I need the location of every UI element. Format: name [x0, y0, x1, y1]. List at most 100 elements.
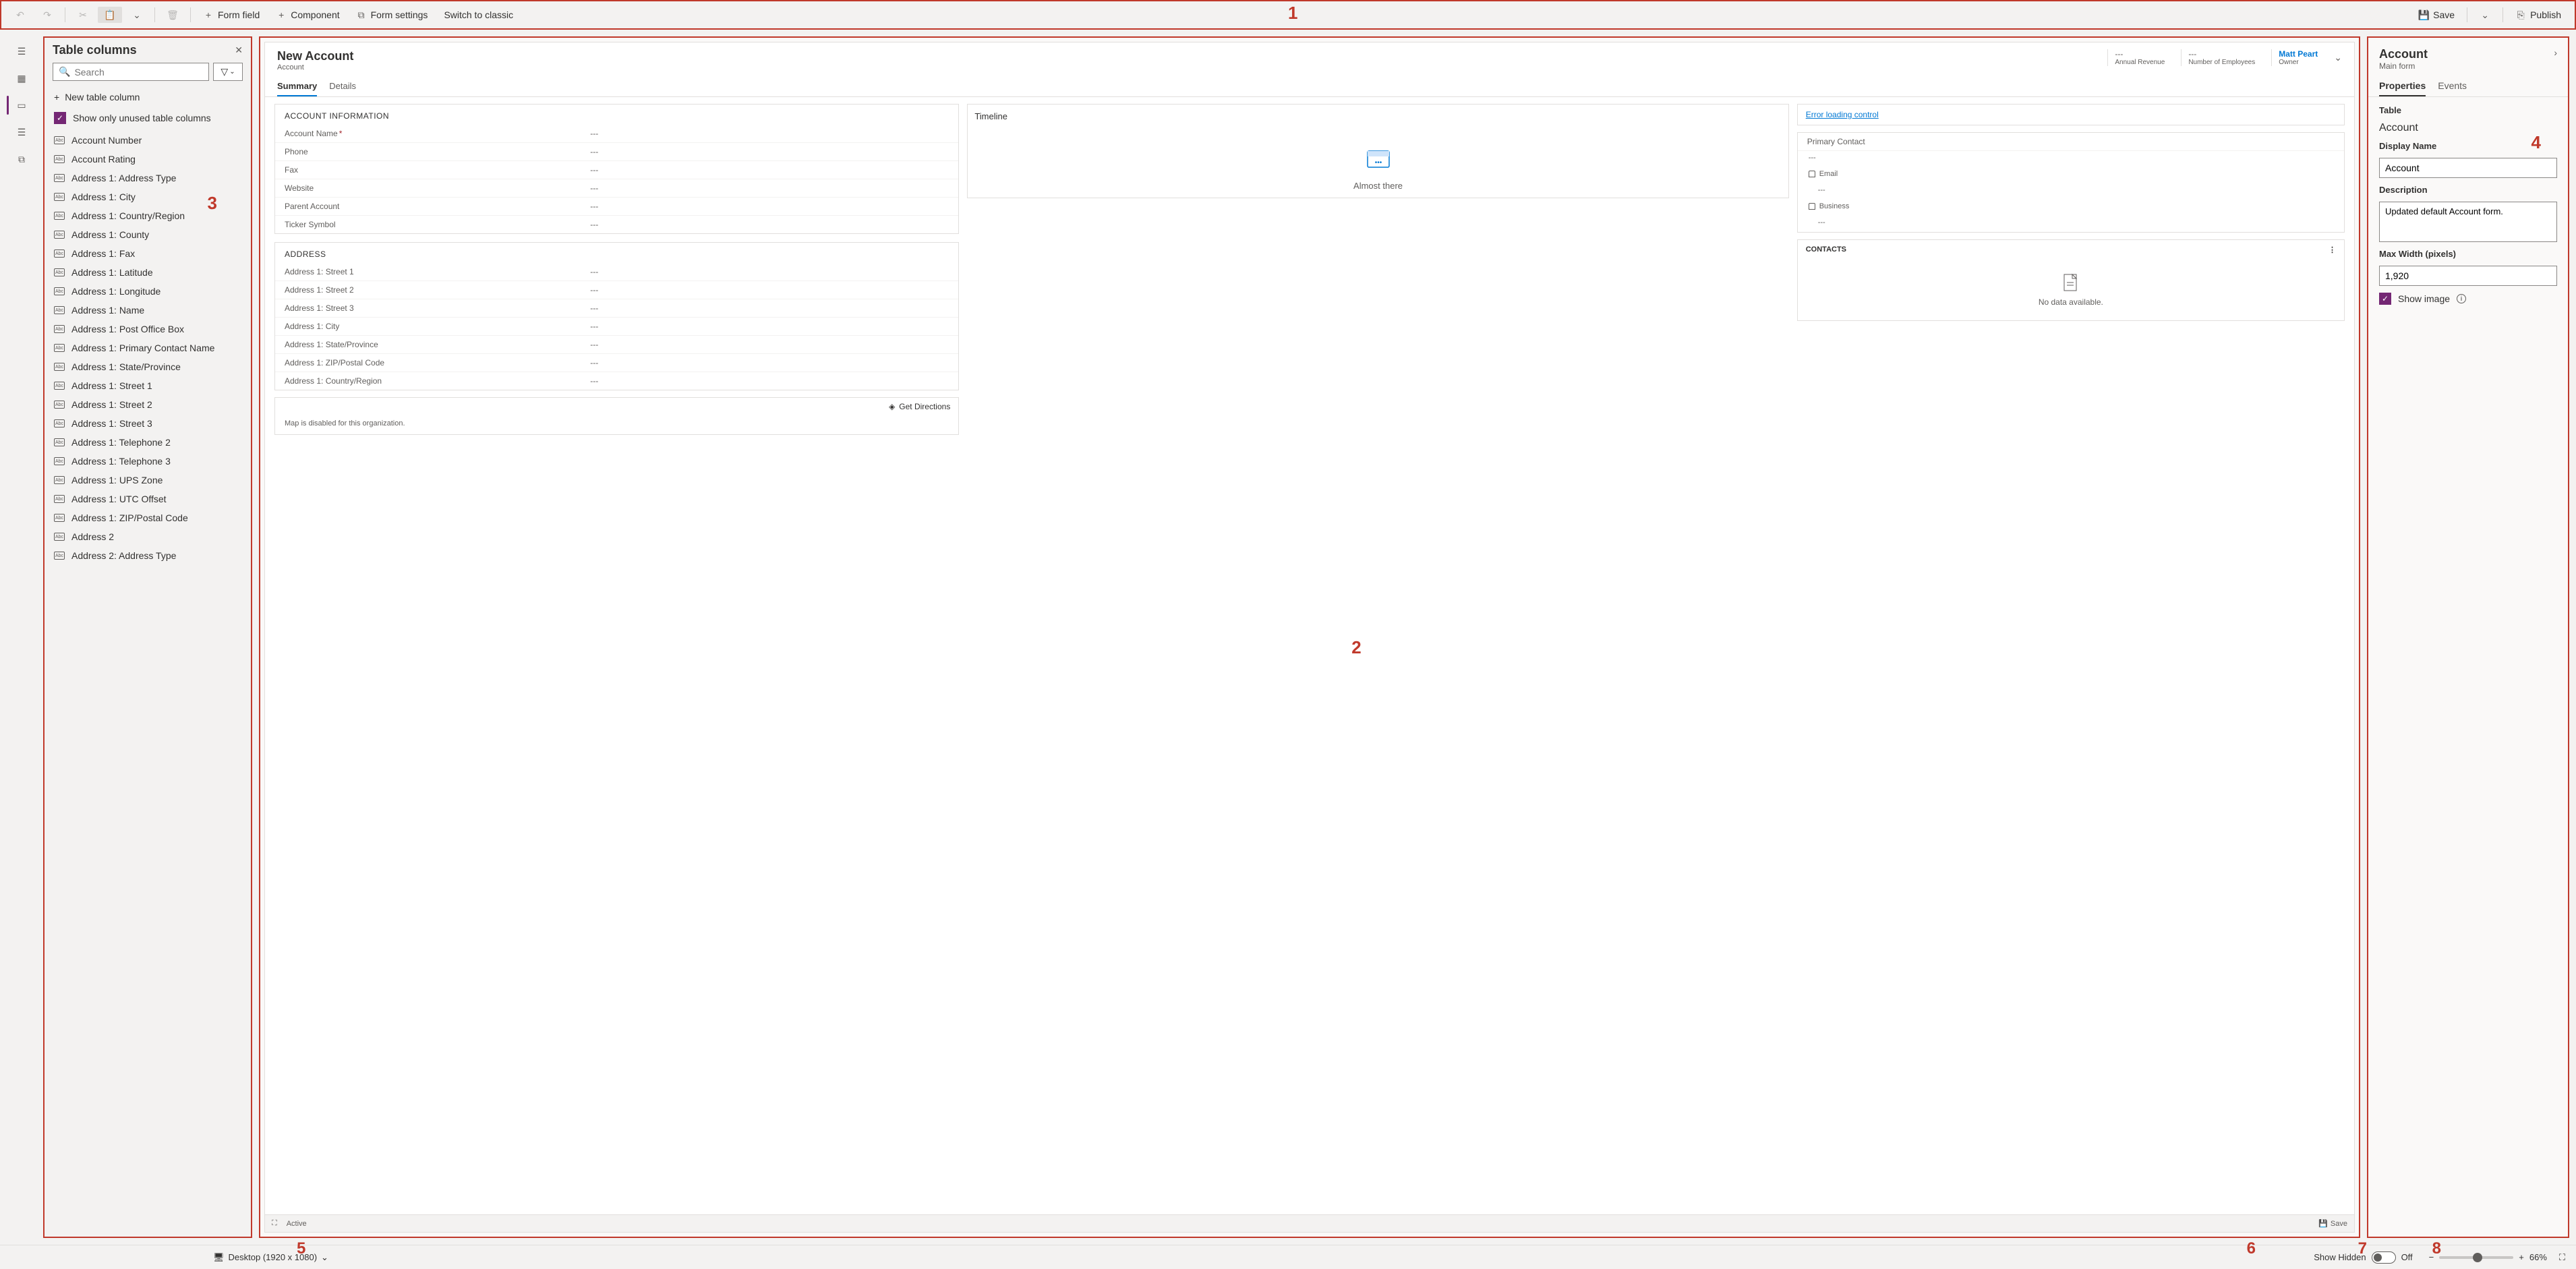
- form-field[interactable]: Fax---: [275, 161, 958, 179]
- rail-library[interactable]: ⧉: [11, 148, 32, 170]
- delete-icon: 🗑: [167, 9, 178, 20]
- rail-tree[interactable]: ☰: [11, 121, 32, 143]
- column-item[interactable]: AbcAddress 2: Address Type: [45, 546, 251, 565]
- header-chevron[interactable]: ⌄: [2334, 52, 2342, 63]
- field-type-icon: Abc: [54, 419, 65, 427]
- device-selector[interactable]: 🖥 Desktop (1920 x 1080) ⌄: [213, 1252, 328, 1263]
- column-item[interactable]: AbcAccount Rating: [45, 150, 251, 169]
- form-field[interactable]: Phone---: [275, 143, 958, 161]
- form-field[interactable]: Address 1: City---: [275, 318, 958, 336]
- column-item[interactable]: AbcAddress 1: Street 2: [45, 395, 251, 414]
- search-input[interactable]: [74, 67, 203, 78]
- rail-components[interactable]: ▦: [11, 67, 32, 89]
- prop-tab-properties[interactable]: Properties: [2379, 76, 2426, 96]
- form-field[interactable]: Address 1: ZIP/Postal Code---: [275, 354, 958, 372]
- map-card[interactable]: ◈ Get Directions Map is disabled for thi…: [274, 397, 959, 435]
- column-item[interactable]: AbcAddress 1: ZIP/Postal Code: [45, 508, 251, 527]
- form-field[interactable]: Address 1: Street 1---: [275, 263, 958, 281]
- column-item[interactable]: AbcAddress 1: Street 3: [45, 414, 251, 433]
- timeline-card[interactable]: Timeline ••• Almost there: [967, 104, 1788, 198]
- panel-close-button[interactable]: ✕: [235, 45, 243, 56]
- delete-button[interactable]: 🗑: [160, 7, 185, 23]
- error-card[interactable]: Error loading control: [1797, 104, 2345, 125]
- show-image-checkbox[interactable]: ✓ Show image i: [2379, 293, 2557, 305]
- annotation-8: 8: [2432, 1239, 2441, 1258]
- column-item[interactable]: AbcAddress 1: UTC Offset: [45, 490, 251, 508]
- component-button[interactable]: +Component: [269, 7, 346, 23]
- column-item[interactable]: AbcAddress 1: Telephone 2: [45, 433, 251, 452]
- column-item[interactable]: AbcAddress 1: Address Type: [45, 169, 251, 187]
- display-name-input[interactable]: [2379, 158, 2557, 178]
- column-item[interactable]: AbcAddress 1: Street 1: [45, 376, 251, 395]
- save-button[interactable]: 💾Save: [2411, 7, 2461, 23]
- header-field[interactable]: ---Annual Revenue: [2107, 49, 2171, 66]
- save-dropdown[interactable]: ⌄: [2473, 7, 2497, 23]
- filter-button[interactable]: ▽⌄: [213, 63, 243, 81]
- form-field[interactable]: Parent Account---: [275, 198, 958, 216]
- form-field[interactable]: Account Name*---: [275, 125, 958, 143]
- form-canvas[interactable]: New Account Account ---Annual Revenue---…: [264, 42, 2355, 1233]
- section-account-info[interactable]: ACCOUNT INFORMATION Account Name*---Phon…: [274, 104, 959, 234]
- fit-to-screen-button[interactable]: ⛶: [2559, 1252, 2565, 1263]
- redo-icon: ↷: [42, 9, 53, 20]
- column-item[interactable]: AbcAddress 1: Telephone 3: [45, 452, 251, 471]
- collapse-button[interactable]: ›: [2554, 47, 2557, 58]
- form-field[interactable]: Website---: [275, 179, 958, 198]
- prop-tab-events[interactable]: Events: [2438, 76, 2467, 96]
- column-item[interactable]: AbcAddress 1: Post Office Box: [45, 320, 251, 338]
- new-table-column-button[interactable]: + New table column: [45, 86, 251, 108]
- expand-icon[interactable]: ⛶: [272, 1219, 277, 1228]
- column-item[interactable]: AbcAddress 1: Fax: [45, 244, 251, 263]
- section-address[interactable]: ADDRESS Address 1: Street 1---Address 1:…: [274, 242, 959, 390]
- undo-button[interactable]: ↶: [8, 7, 32, 23]
- paste-dropdown[interactable]: ⌄: [125, 7, 149, 23]
- zoom-slider[interactable]: [2439, 1256, 2513, 1259]
- column-item[interactable]: AbcAddress 1: Primary Contact Name: [45, 338, 251, 357]
- column-item[interactable]: AbcAddress 1: Name: [45, 301, 251, 320]
- column-item[interactable]: AbcAddress 1: Longitude: [45, 282, 251, 301]
- publish-icon: ⎘: [2515, 9, 2526, 20]
- column-item[interactable]: AbcAddress 1: City: [45, 187, 251, 206]
- form-field[interactable]: Address 1: Country/Region---: [275, 372, 958, 390]
- column-item[interactable]: AbcAccount Number: [45, 131, 251, 150]
- column-item[interactable]: AbcAddress 2: [45, 527, 251, 546]
- lock-icon: [1809, 171, 1815, 177]
- column-item[interactable]: AbcAddress 1: County: [45, 225, 251, 244]
- switch-classic-button[interactable]: Switch to classic: [437, 7, 520, 23]
- more-icon[interactable]: ⋮: [2329, 245, 2336, 254]
- publish-button[interactable]: ⎘Publish: [2509, 7, 2568, 23]
- form-field[interactable]: Address 1: Street 3---: [275, 299, 958, 318]
- zoom-in-button[interactable]: +: [2519, 1252, 2524, 1262]
- cut-button[interactable]: ✂: [71, 7, 95, 23]
- save-icon: 💾: [2318, 1219, 2328, 1228]
- description-input[interactable]: [2379, 202, 2557, 242]
- error-loading-link[interactable]: Error loading control: [1799, 106, 2343, 123]
- field-type-icon: Abc: [54, 495, 65, 503]
- timeline-status: Almost there: [1353, 181, 1403, 191]
- contacts-card[interactable]: CONTACTS ⋮ No data available.: [1797, 239, 2345, 321]
- paste-button[interactable]: 📋: [98, 7, 122, 23]
- form-field[interactable]: Address 1: Street 2---: [275, 281, 958, 299]
- rail-hamburger[interactable]: ☰: [11, 40, 32, 62]
- get-directions-link[interactable]: ◈ Get Directions: [275, 398, 958, 415]
- max-width-input[interactable]: [2379, 266, 2557, 286]
- column-item[interactable]: AbcAddress 1: UPS Zone: [45, 471, 251, 490]
- form-tab-details[interactable]: Details: [329, 77, 356, 96]
- form-field-button[interactable]: +Form field: [196, 7, 266, 23]
- show-unused-checkbox-row[interactable]: ✓ Show only unused table columns: [45, 108, 251, 131]
- show-hidden-toggle[interactable]: [2372, 1251, 2396, 1264]
- form-save-button[interactable]: Save: [2331, 1220, 2347, 1228]
- columns-list[interactable]: AbcAccount NumberAbcAccount RatingAbcAdd…: [45, 131, 251, 1237]
- column-item[interactable]: AbcAddress 1: Latitude: [45, 263, 251, 282]
- rail-columns[interactable]: ▭: [11, 94, 32, 116]
- header-field[interactable]: ---Number of Employees: [2181, 49, 2262, 66]
- column-item[interactable]: AbcAddress 1: Country/Region: [45, 206, 251, 225]
- form-tab-summary[interactable]: Summary: [277, 77, 317, 96]
- primary-contact-card[interactable]: Primary Contact --- Email --- Business -…: [1797, 132, 2345, 233]
- redo-button[interactable]: ↷: [35, 7, 59, 23]
- form-field[interactable]: Ticker Symbol---: [275, 216, 958, 233]
- column-item[interactable]: AbcAddress 1: State/Province: [45, 357, 251, 376]
- form-field[interactable]: Address 1: State/Province---: [275, 336, 958, 354]
- owner-field[interactable]: Matt PeartOwner: [2271, 49, 2324, 66]
- form-settings-button[interactable]: ⧉Form settings: [349, 7, 435, 23]
